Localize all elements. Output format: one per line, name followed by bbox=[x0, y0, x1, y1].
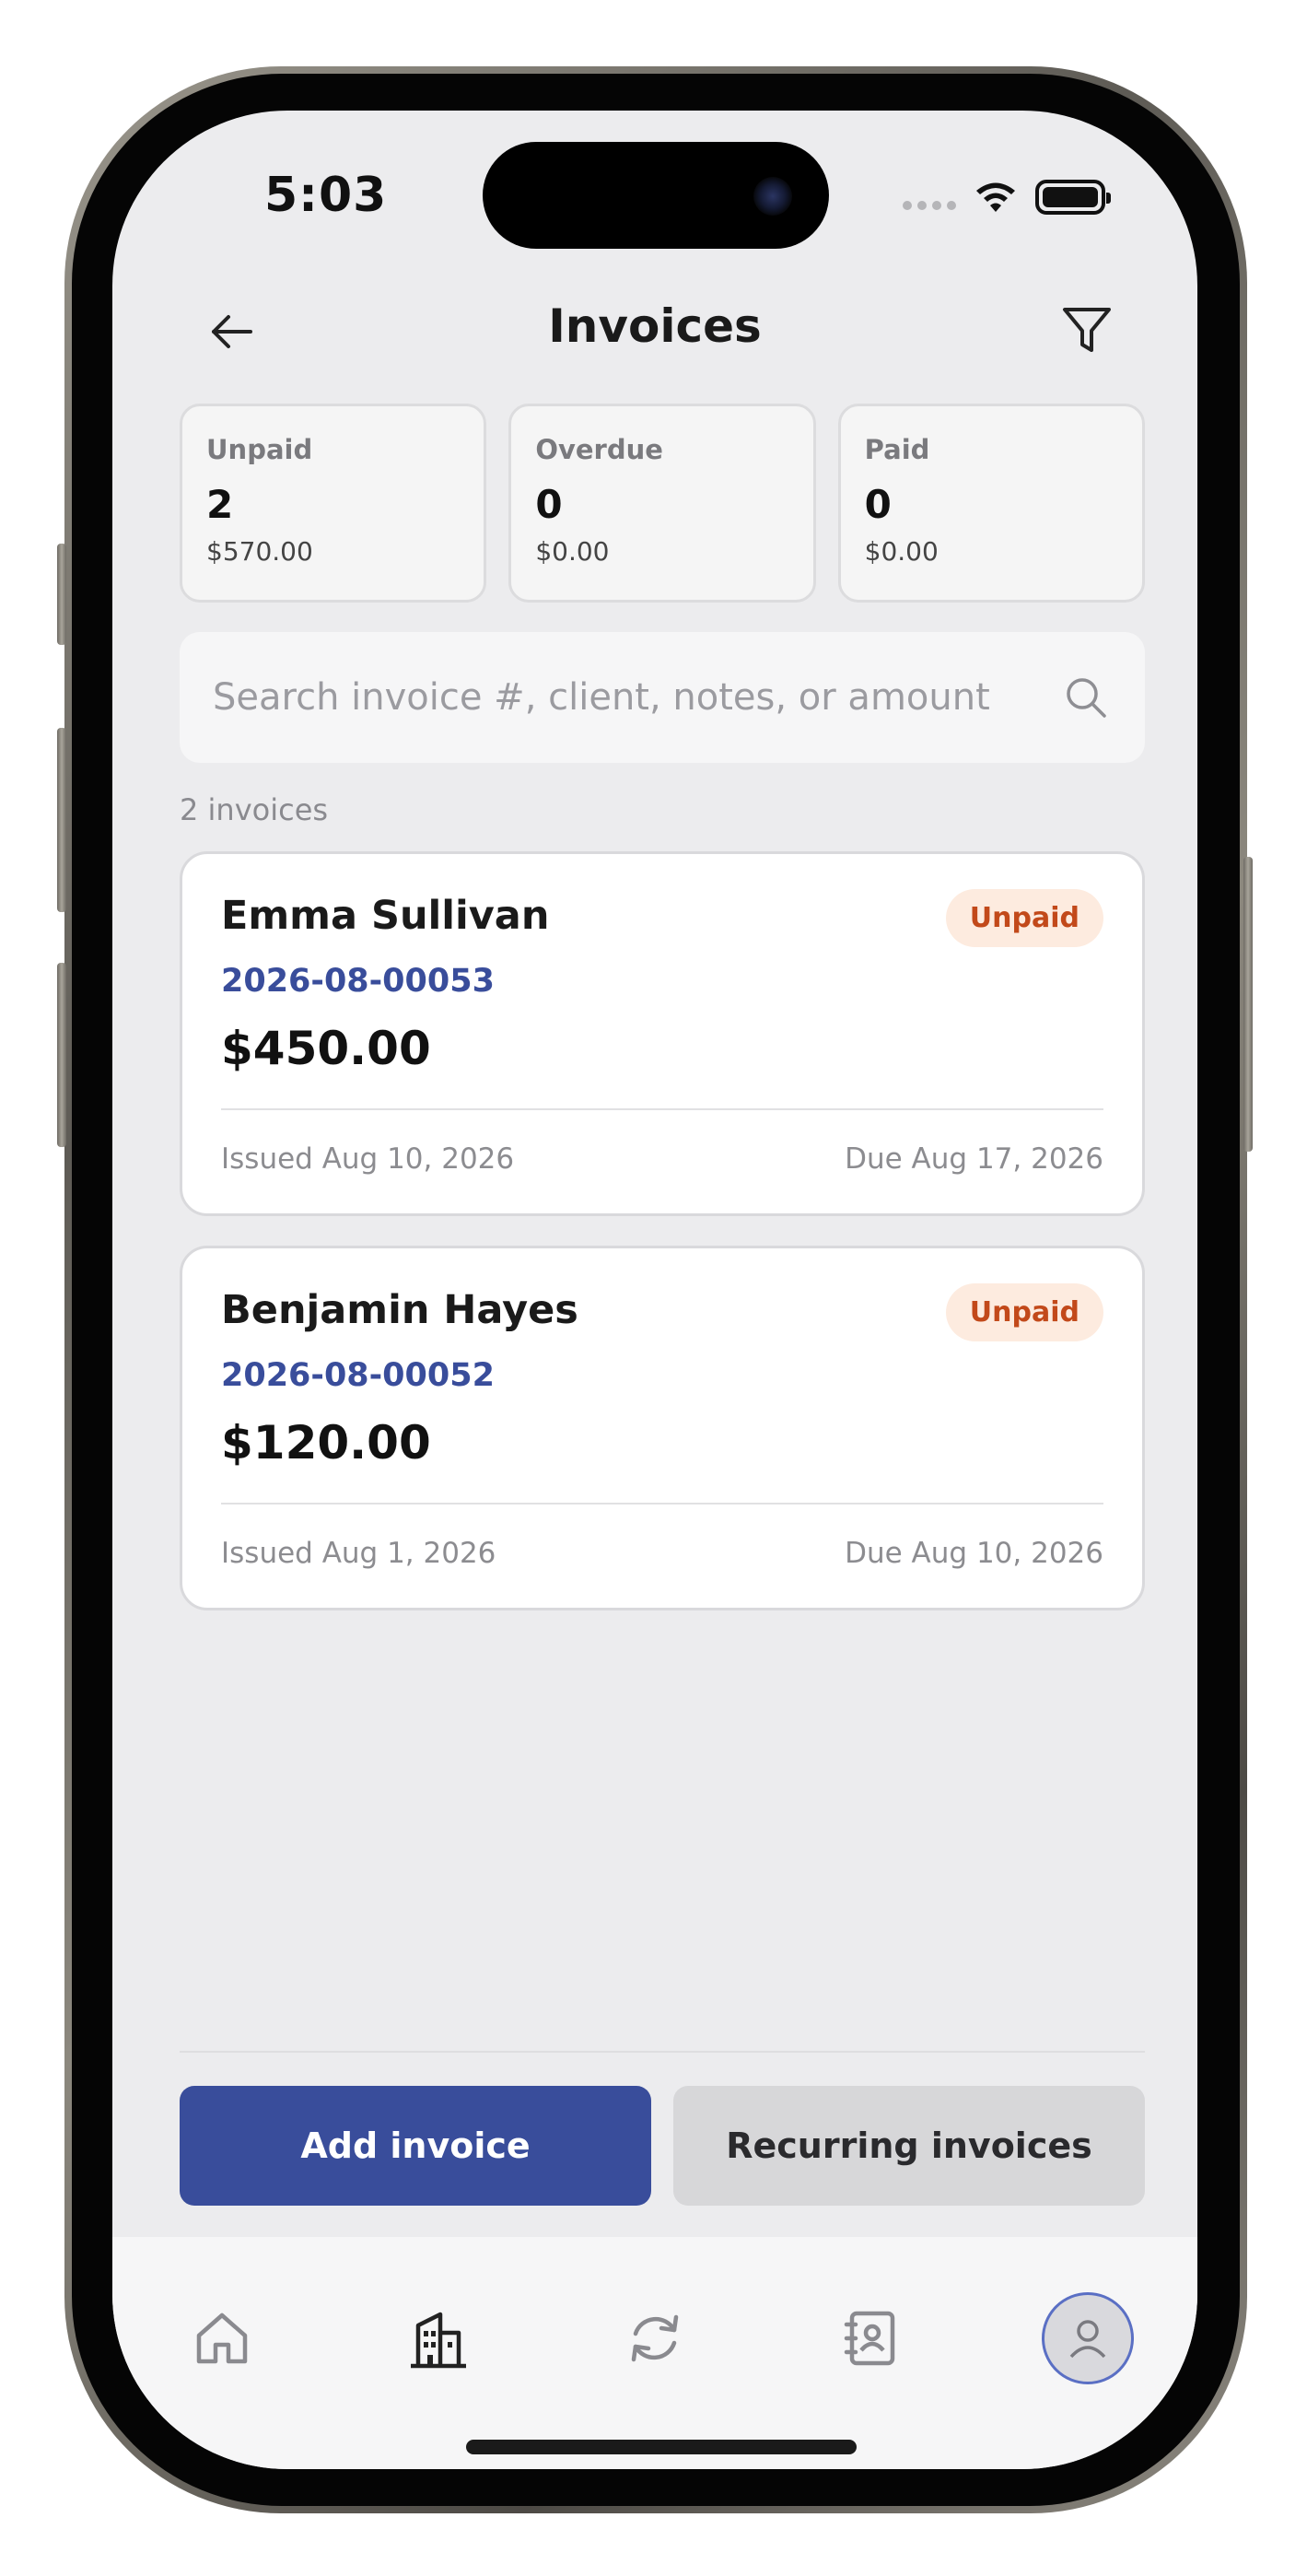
recurring-invoices-button[interactable]: Recurring invoices bbox=[673, 2086, 1145, 2206]
page-title: Invoices bbox=[548, 299, 762, 353]
status-badge: Unpaid bbox=[945, 1283, 1103, 1341]
invoice-card[interactable]: Emma Sullivan Unpaid 2026-08-00053 $450.… bbox=[180, 851, 1145, 1216]
summary-row: Unpaid 2 $570.00 Overdue 0 $0.00 Paid 0 … bbox=[180, 404, 1145, 603]
search-box[interactable] bbox=[180, 632, 1145, 763]
invoice-amount: $120.00 bbox=[221, 1416, 431, 1469]
summary-card-overdue[interactable]: Overdue 0 $0.00 bbox=[508, 404, 816, 603]
tab-recurring[interactable] bbox=[609, 2292, 701, 2384]
invoice-due-date: Due Aug 10, 2026 bbox=[845, 1537, 1103, 1570]
invoice-number: 2026-08-00052 bbox=[221, 1357, 495, 1394]
invoice-client: Benjamin Hayes bbox=[221, 1287, 578, 1333]
summary-count: 0 bbox=[535, 482, 563, 527]
tab-profile[interactable] bbox=[1042, 2292, 1134, 2384]
status-icons bbox=[903, 179, 1111, 216]
invoice-count: 2 invoices bbox=[180, 792, 329, 827]
summary-label: Overdue bbox=[535, 434, 663, 465]
tab-home[interactable] bbox=[176, 2292, 268, 2384]
actions-divider bbox=[180, 2051, 1145, 2053]
filter-button[interactable] bbox=[1050, 293, 1124, 367]
summary-amount: $570.00 bbox=[206, 536, 313, 567]
battery-icon bbox=[1035, 180, 1111, 215]
invoice-issued-date: Issued Aug 10, 2026 bbox=[221, 1142, 515, 1176]
home-indicator[interactable] bbox=[466, 2440, 857, 2454]
signal-icon bbox=[903, 201, 956, 210]
invoice-card[interactable]: Benjamin Hayes Unpaid 2026-08-00052 $120… bbox=[180, 1246, 1145, 1610]
search-input[interactable] bbox=[213, 676, 1060, 719]
summary-amount: $0.00 bbox=[864, 536, 939, 567]
invoice-client: Emma Sullivan bbox=[221, 893, 550, 939]
status-time: 5:03 bbox=[264, 168, 388, 223]
contacts-icon bbox=[844, 2311, 895, 2366]
summary-label: Unpaid bbox=[206, 434, 313, 465]
tab-bar bbox=[112, 2237, 1197, 2469]
refresh-icon bbox=[631, 2314, 679, 2362]
summary-count: 0 bbox=[864, 482, 892, 527]
volume-up-button bbox=[57, 728, 66, 912]
status-badge: Unpaid bbox=[945, 889, 1103, 947]
summary-card-paid[interactable]: Paid 0 $0.00 bbox=[837, 404, 1145, 603]
wifi-icon bbox=[976, 182, 1015, 212]
app-screen: 5:03 Invoices Unpaid 2 $570.00 Overdue 0… bbox=[112, 111, 1197, 2469]
summary-amount: $0.00 bbox=[535, 536, 610, 567]
divider bbox=[221, 1503, 1103, 1505]
filter-icon bbox=[1063, 308, 1111, 352]
summary-label: Paid bbox=[864, 434, 930, 465]
camera-icon bbox=[753, 177, 792, 216]
profile-icon bbox=[1069, 2320, 1106, 2359]
tab-business[interactable] bbox=[392, 2292, 484, 2384]
invoice-amount: $450.00 bbox=[221, 1022, 431, 1075]
add-invoice-button[interactable]: Add invoice bbox=[180, 2086, 651, 2206]
home-icon bbox=[196, 2313, 248, 2364]
invoice-issued-date: Issued Aug 1, 2026 bbox=[221, 1537, 496, 1570]
search-icon[interactable] bbox=[1060, 672, 1112, 723]
dynamic-island bbox=[483, 142, 829, 249]
power-button bbox=[1243, 857, 1253, 1152]
divider bbox=[221, 1108, 1103, 1110]
action-button bbox=[57, 544, 66, 645]
volume-down-button bbox=[57, 963, 66, 1147]
invoice-due-date: Due Aug 17, 2026 bbox=[845, 1142, 1103, 1176]
tab-contacts[interactable] bbox=[825, 2292, 917, 2384]
summary-card-unpaid[interactable]: Unpaid 2 $570.00 bbox=[180, 404, 487, 603]
invoice-number: 2026-08-00053 bbox=[221, 963, 495, 1000]
building-icon bbox=[411, 2312, 466, 2369]
summary-count: 2 bbox=[206, 482, 234, 527]
